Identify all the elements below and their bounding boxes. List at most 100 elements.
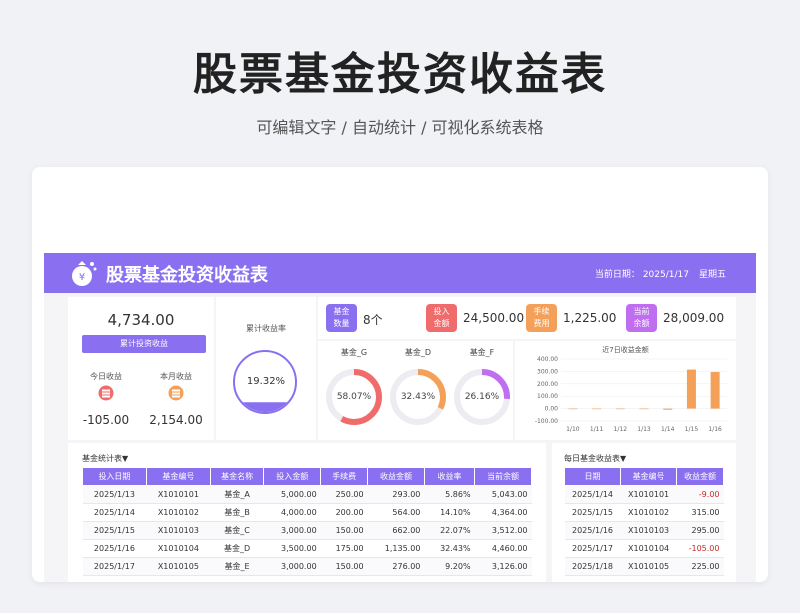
table-cell[interactable]: X1010102 (146, 503, 211, 522)
table-cell[interactable]: 2025/1/17 (82, 557, 147, 576)
table-row[interactable]: 2025/1/17 X1010104 -105.00 (564, 539, 724, 558)
kpi-label: 当前 (633, 307, 650, 316)
table-cell[interactable]: 150.00 (320, 521, 368, 540)
gauge-name: 基金_G (340, 348, 368, 357)
column-header[interactable]: 手续费 (320, 467, 369, 486)
header-title: 股票基金投资收益表 (106, 265, 268, 286)
table-cell[interactable]: 4,364.00 (474, 503, 532, 522)
table-cell[interactable]: 14.10% (424, 503, 475, 522)
table-cell[interactable]: 基金_C (210, 521, 264, 540)
table-cell[interactable]: 3,000.00 (263, 521, 321, 540)
table-cell[interactable]: X1010105 (620, 557, 677, 576)
table-cell[interactable]: 1,135.00 (367, 539, 425, 558)
table-cell[interactable]: 2025/1/17 (564, 539, 621, 558)
column-header[interactable]: 基金名称 (209, 467, 265, 486)
column-header[interactable]: 当前余额 (474, 467, 532, 486)
table-cell[interactable]: 3,000.00 (263, 557, 321, 576)
table-cell[interactable]: 315.00 (676, 503, 724, 522)
table-cell[interactable]: X1010105 (146, 557, 211, 576)
month-label: 本月收益 (160, 372, 192, 381)
stats-table-panel: 基金统计表▼ 投入日期 基金编号 基金名称 投入金额 手续费 收益金额 收益率 当前余额 202… (68, 443, 546, 582)
table-cell[interactable]: X1010104 (620, 539, 677, 558)
table-cell[interactable]: 200.00 (320, 503, 368, 522)
table-row[interactable]: 2025/1/16 X1010103 295.00 (564, 521, 724, 540)
table-cell[interactable]: 基金_E (210, 557, 264, 576)
y-tick-label: -100.00 (535, 418, 558, 425)
table-header-row: 投入日期 基金编号 基金名称 投入金额 手续费 收益金额 收益率 当前余额 (82, 467, 532, 486)
table-cell[interactable]: 250.00 (320, 485, 368, 504)
cumulative-rate-value: 19.32% (246, 376, 286, 387)
table-cell[interactable]: 22.07% (424, 521, 475, 540)
column-header[interactable]: 基金编号 (145, 467, 211, 486)
table-cell[interactable]: 5,043.00 (474, 485, 532, 504)
table-cell[interactable]: 2025/1/18 (564, 557, 621, 576)
table-cell[interactable]: 2025/1/15 (564, 503, 621, 522)
table-cell[interactable]: X1010101 (620, 485, 677, 504)
column-header[interactable]: 投入金额 (263, 467, 322, 486)
table-cell[interactable]: 175.00 (320, 539, 368, 558)
table-cell[interactable]: 2025/1/16 (564, 521, 621, 540)
table-row[interactable]: 2025/1/13 X1010101 基金_A 5,000.00 250.00 293.0… (82, 485, 532, 504)
cumulative-rate-panel: 累计收益率 19.32% (216, 297, 316, 440)
column-header[interactable]: 收益金额 (367, 467, 425, 486)
table-cell[interactable]: X1010104 (146, 539, 211, 558)
table-cell[interactable]: 3,126.00 (474, 557, 532, 576)
date-value: 2025/1/17 (642, 270, 689, 280)
month-value: 2,154.00 (149, 413, 203, 427)
gauge-name: 基金_D (404, 348, 432, 357)
column-header[interactable]: 基金编号 (620, 467, 678, 486)
table-cell[interactable]: 9.20% (424, 557, 475, 576)
table-cell[interactable]: 295.00 (676, 521, 724, 540)
table-cell[interactable]: 5.86% (424, 485, 475, 504)
table-cell[interactable]: -9.00 (676, 485, 724, 504)
table-cell[interactable]: 32.43% (424, 539, 475, 558)
table-row[interactable]: 2025/1/14 X1010102 基金_B 4,000.00 200.00 564.0… (82, 503, 532, 522)
table-cell[interactable]: X1010101 (146, 485, 211, 504)
column-header[interactable]: 投入日期 (82, 467, 147, 486)
table-row[interactable]: 2025/1/17 X1010105 基金_E 3,000.00 150.00 276.0… (82, 557, 532, 576)
kpi-label: 数量 (333, 319, 350, 328)
table-row[interactable]: 2025/1/15 X1010103 基金_C 3,000.00 150.00 662.0… (82, 521, 532, 540)
daily-table-title: 每日基金收益表▼ (564, 454, 627, 463)
cumulative-rate-label: 累计收益率 (246, 324, 286, 333)
weekday: 星期五 (698, 270, 726, 280)
column-header[interactable]: 收益率 (423, 467, 476, 486)
svg-text:¥: ¥ (79, 272, 85, 283)
bar (710, 372, 720, 409)
table-cell[interactable]: 150.00 (320, 557, 368, 576)
table-cell[interactable]: 4,460.00 (474, 539, 532, 558)
table-cell[interactable]: 基金_B (210, 503, 264, 522)
table-cell[interactable]: 3,500.00 (263, 539, 321, 558)
table-cell[interactable]: 5,000.00 (263, 485, 321, 504)
table-cell[interactable]: 662.00 (367, 521, 425, 540)
table-row[interactable]: 2025/1/15 X1010102 315.00 (564, 503, 724, 522)
table-cell[interactable]: 276.00 (367, 557, 425, 576)
table-cell[interactable]: 2025/1/13 (82, 485, 147, 504)
table-cell[interactable]: X1010103 (146, 521, 211, 540)
kpi-badge: 当前 余额 (626, 304, 657, 332)
column-header[interactable]: 收益金额 (676, 467, 724, 486)
table-cell[interactable]: 2025/1/14 (82, 503, 147, 522)
table-row[interactable]: 2025/1/14 X1010101 -9.00 (564, 485, 724, 504)
table-cell[interactable]: 3,512.00 (474, 521, 532, 540)
table-cell[interactable]: 293.00 (367, 485, 425, 504)
table-cell[interactable]: 基金_A (210, 485, 264, 504)
table-cell[interactable]: X1010102 (620, 503, 677, 522)
total-value: 4,734.00 (107, 311, 175, 329)
kpi-value: 8个 (363, 313, 383, 327)
cumulative-return-button[interactable]: 累计投资收益 (82, 335, 206, 353)
table-row[interactable]: 2025/1/18 X1010105 225.00 (564, 557, 724, 576)
table-cell[interactable]: 2025/1/14 (564, 485, 621, 504)
table-cell[interactable]: 4,000.00 (263, 503, 321, 522)
table-row[interactable]: 2025/1/16 X1010104 基金_D 3,500.00 175.00 1,135… (82, 539, 532, 558)
x-tick-label: 1/10 (566, 426, 580, 433)
table-cell[interactable]: X1010103 (620, 521, 677, 540)
table-cell[interactable]: -105.00 (676, 539, 724, 558)
table-cell[interactable]: 2025/1/16 (82, 539, 147, 558)
table-cell[interactable]: 2025/1/15 (82, 521, 147, 540)
gauge-name: 基金_F (469, 348, 495, 357)
column-header[interactable]: 日期 (563, 467, 622, 486)
table-cell[interactable]: 564.00 (367, 503, 425, 522)
table-cell[interactable]: 基金_D (210, 539, 264, 558)
table-cell[interactable]: 225.00 (676, 557, 724, 576)
